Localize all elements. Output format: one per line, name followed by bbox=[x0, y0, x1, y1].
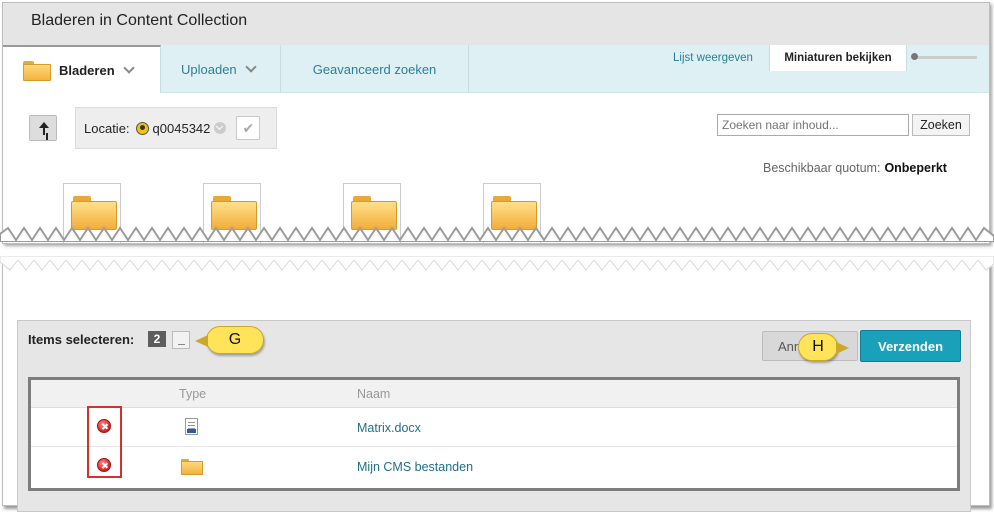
chevron-down-icon[interactable] bbox=[214, 122, 227, 134]
chevron-down-icon bbox=[122, 61, 135, 74]
table-header: Type Naam bbox=[31, 380, 957, 408]
torn-edge-bottom bbox=[0, 256, 994, 271]
folder-icon bbox=[491, 196, 537, 230]
column-header-name: Naam bbox=[357, 387, 391, 401]
search-input[interactable] bbox=[717, 114, 909, 136]
selected-count-badge: 2 bbox=[148, 331, 166, 347]
thumbnail-view-button[interactable]: Miniaturen bekijken bbox=[769, 45, 907, 71]
tab-advanced-search[interactable]: Geavanceerd zoeken bbox=[281, 45, 469, 93]
item-name-link[interactable]: Mijn CMS bestanden bbox=[357, 460, 473, 474]
table-row: Matrix.docx bbox=[31, 409, 957, 447]
highlight-box bbox=[87, 406, 122, 478]
folder-icon bbox=[181, 459, 203, 475]
tab-upload-label: Uploaden bbox=[181, 61, 237, 77]
folder-icon bbox=[23, 61, 51, 81]
table-row: Mijn CMS bestanden bbox=[31, 448, 957, 486]
location-value: q0045342 bbox=[152, 120, 211, 136]
list-view-link[interactable]: Lijst weergeven bbox=[667, 45, 759, 71]
collapse-toggle-button[interactable] bbox=[172, 331, 190, 349]
thumbnail-size-slider[interactable] bbox=[911, 53, 977, 60]
chevron-down-icon bbox=[244, 60, 257, 73]
tab-advanced-search-label: Geavanceerd zoeken bbox=[312, 61, 437, 77]
browse-window-top: Bladeren in Content Collection Bladeren … bbox=[2, 2, 990, 244]
folder-icon bbox=[71, 196, 117, 230]
location-label: Locatie: bbox=[84, 120, 130, 136]
folder-icon bbox=[351, 196, 397, 230]
tab-browse-label: Bladeren bbox=[59, 62, 115, 78]
selected-items-table: Type Naam Matrix.docx Mijn CMS bestanden bbox=[28, 377, 960, 491]
location-bar: Locatie: q0045342 ✔ bbox=[75, 107, 277, 149]
quota-label: Beschikbaar quotum: bbox=[763, 161, 881, 175]
search-button[interactable]: Zoeken bbox=[912, 114, 970, 136]
checkmark-icon[interactable]: ✔ bbox=[236, 116, 261, 140]
tab-browse[interactable]: Bladeren bbox=[3, 45, 161, 93]
select-items-label: Items selecteren: bbox=[28, 332, 135, 347]
quota-value: Onbeperkt bbox=[884, 161, 947, 175]
callout-g: G bbox=[195, 326, 264, 354]
quota-info: Beschikbaar quotum: Onbeperkt bbox=[763, 161, 947, 175]
callout-h: H bbox=[798, 333, 849, 361]
parent-folder-button[interactable] bbox=[29, 115, 57, 141]
tab-bar: Bladeren Uploaden Geavanceerd zoeken Lij… bbox=[3, 45, 989, 93]
user-folder-icon bbox=[135, 121, 149, 135]
submit-button[interactable]: Verzenden bbox=[860, 330, 961, 362]
slider-handle[interactable] bbox=[911, 53, 918, 60]
item-name-link[interactable]: Matrix.docx bbox=[357, 421, 421, 435]
tab-upload[interactable]: Uploaden bbox=[161, 45, 281, 93]
column-header-type: Type bbox=[179, 387, 207, 401]
title-bar: Bladeren in Content Collection bbox=[3, 3, 989, 45]
window-title: Bladeren in Content Collection bbox=[31, 12, 248, 29]
document-icon bbox=[185, 418, 198, 435]
folder-icon bbox=[211, 196, 257, 230]
torn-edge-top bbox=[0, 226, 994, 242]
